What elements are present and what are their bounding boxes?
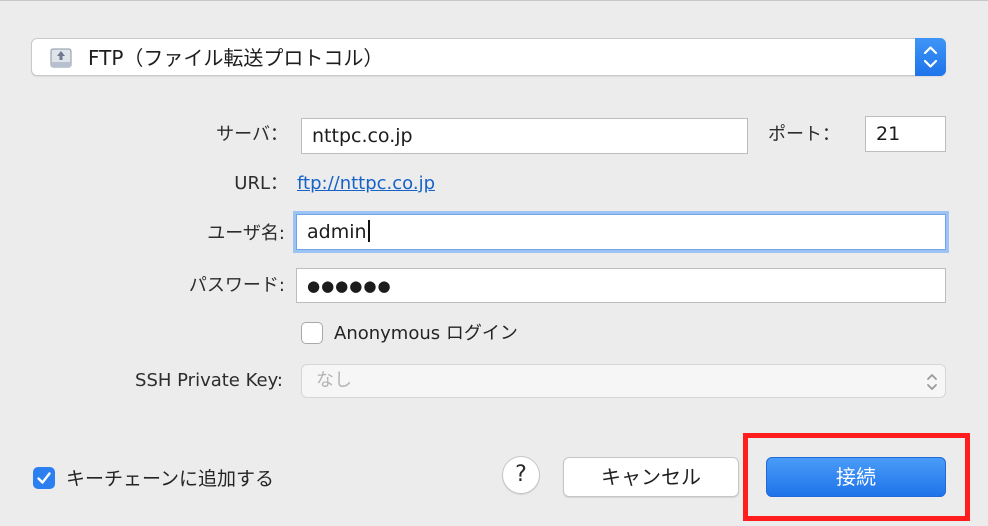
connect-button-highlight	[743, 433, 970, 521]
checkmark-icon	[37, 472, 51, 484]
chevron-up-down-icon	[923, 46, 938, 68]
protocol-select-value: FTP（ファイル転送プロトコル）	[88, 46, 384, 70]
server-label: サーバ：	[216, 124, 288, 145]
anonymous-login-label: Anonymous ログイン	[334, 323, 518, 344]
server-input[interactable]: nttpc.co.jp	[301, 118, 748, 154]
server-input-value: nttpc.co.jp	[312, 125, 413, 147]
port-input[interactable]: 21	[865, 116, 946, 152]
url-link[interactable]: ftp://nttpc.co.jp	[297, 172, 435, 196]
port-label: ポート：	[768, 124, 840, 145]
port-input-value: 21	[876, 123, 901, 145]
username-input-value: admin	[307, 221, 367, 243]
chevron-up-down-icon	[927, 374, 937, 390]
text-cursor	[367, 220, 370, 242]
ssh-private-key-select[interactable]: なし	[301, 364, 946, 398]
add-to-keychain-checkbox[interactable]	[33, 467, 55, 489]
password-label: パスワード:	[188, 275, 285, 296]
username-label: ユーザ名:	[207, 223, 285, 244]
anonymous-login-checkbox[interactable]	[301, 322, 323, 344]
protocol-select-stepper[interactable]	[915, 38, 946, 76]
password-input-value: ●●●●●●	[307, 277, 392, 295]
ssh-private-key-placeholder: なし	[316, 370, 352, 391]
url-label: URL：	[234, 173, 288, 194]
network-drive-icon	[50, 48, 72, 68]
ssh-private-key-label: SSH Private Key:	[135, 370, 283, 391]
protocol-select[interactable]: FTP（ファイル転送プロトコル）	[31, 38, 946, 76]
cancel-button[interactable]: キャンセル	[563, 457, 739, 497]
password-input[interactable]: ●●●●●●	[296, 268, 946, 303]
add-to-keychain-label: キーチェーンに追加する	[66, 468, 275, 490]
username-input[interactable]: admin	[296, 214, 946, 250]
help-button[interactable]: ?	[502, 456, 540, 494]
window-top-border	[0, 0, 988, 1]
